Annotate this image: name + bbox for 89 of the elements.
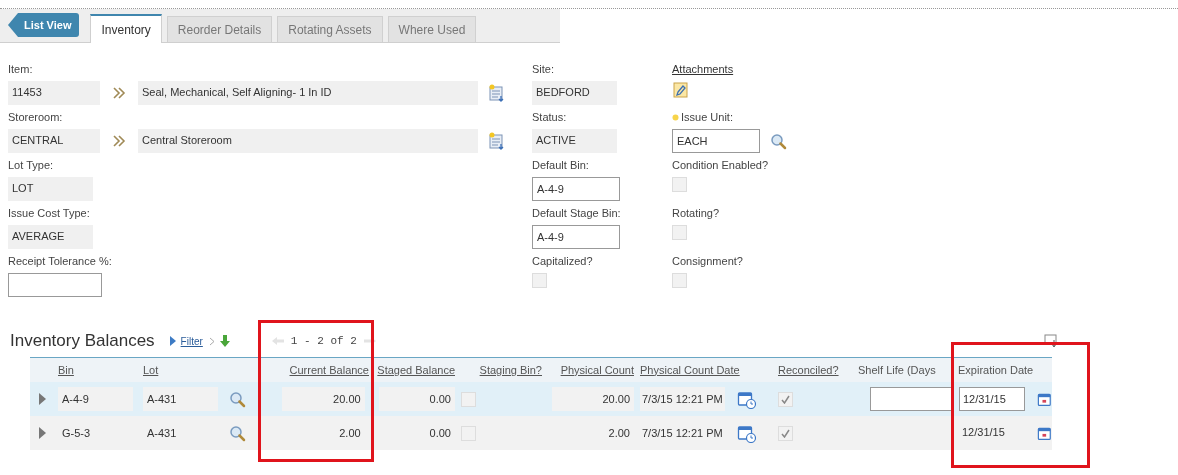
table-cell: A-4-9 — [58, 387, 134, 411]
column-header[interactable]: Bin — [58, 361, 74, 379]
table-cell: 20.00 — [282, 387, 365, 411]
input-field[interactable]: 12/31/15 — [959, 387, 1026, 411]
checkbox[interactable] — [778, 425, 793, 441]
check-icon — [781, 428, 790, 438]
table-row[interactable]: A-4-9 A-431 20.00 0.00 20.00 7/3/15 12:21 PM 12/31/15 — [30, 382, 1052, 416]
tab[interactable]: Reorder Details — [166, 16, 273, 42]
read-only-field: Seal, Mechanical, Self Aligning- 1 In ID — [138, 81, 478, 105]
chevron-icon — [208, 336, 215, 346]
page-counter: 1 - 2 of 2 — [290, 333, 357, 349]
checkbox[interactable] — [778, 391, 793, 407]
checkbox[interactable] — [532, 273, 547, 288]
table-cell: 20.00 — [552, 387, 634, 411]
input-field[interactable] — [870, 387, 952, 411]
field-label: Lot Type: — [8, 158, 54, 174]
section-title: Inventory Balances — [10, 330, 155, 353]
search-icon[interactable] — [229, 424, 246, 442]
column-header[interactable]: Staging Bin? — [479, 361, 542, 379]
table-cell: 0.00 — [379, 387, 455, 411]
tab[interactable]: Inventory — [90, 14, 162, 43]
read-only-field: Central Storeroom — [138, 129, 478, 153]
play-icon[interactable] — [168, 335, 177, 347]
table-cell-text: 12/31/15 — [961, 425, 1006, 440]
column-header[interactable]: Current Balance — [289, 361, 369, 379]
check-icon — [781, 394, 790, 404]
field-label: Consignment? — [672, 254, 743, 270]
table-row[interactable]: G-5-3 A-431 2.00 0.00 2.00 7/3/15 12:21 PM 12/31/15 — [30, 416, 1052, 450]
field-label: Status: — [532, 110, 567, 126]
list-view-button[interactable]: List View — [8, 13, 80, 37]
field-label: Condition Enabled? — [672, 158, 769, 174]
column-header[interactable]: Staged Balance — [377, 361, 455, 379]
read-only-field: AVERAGE — [8, 225, 93, 249]
calendar-clock-icon[interactable] — [736, 389, 756, 409]
checkbox[interactable] — [461, 391, 476, 407]
column-header[interactable]: Reconciled? — [778, 361, 839, 379]
input-field[interactable] — [8, 273, 102, 297]
field-label: Item: — [8, 62, 33, 78]
table-cell-text: 0.00 — [428, 425, 452, 441]
export-icon[interactable] — [1044, 334, 1060, 348]
field-label: Storeroom: — [8, 110, 63, 126]
table-cell: A-431 — [143, 387, 219, 411]
attachment-icon[interactable] — [672, 81, 690, 99]
field-label: Issue Unit: — [681, 110, 733, 126]
read-only-field: CENTRAL — [8, 129, 100, 153]
table-cell-text: 2.00 — [607, 425, 631, 441]
detail-menu-icon[interactable] — [488, 84, 506, 102]
detail-menu-icon[interactable] — [488, 132, 506, 150]
expand-row-icon[interactable] — [38, 426, 47, 440]
table-cell: 7/3/15 12:21 PM — [640, 387, 725, 411]
table-cell-text: G-5-3 — [61, 425, 92, 441]
tab[interactable]: Where Used — [387, 16, 477, 42]
column-header: Shelf Life (Days — [858, 362, 936, 378]
checkbox[interactable] — [672, 225, 687, 240]
read-only-field: LOT — [8, 177, 93, 201]
field-label: Issue Cost Type: — [8, 206, 90, 222]
download-arrow-icon[interactable] — [218, 334, 231, 348]
table-cell-text: 7/3/15 12:21 PM — [641, 426, 724, 441]
field-label: Receipt Tolerance %: — [8, 254, 112, 270]
read-only-field: BEDFORD — [532, 81, 617, 105]
checkbox[interactable] — [672, 177, 687, 192]
field-label: Rotating? — [672, 206, 720, 222]
tab[interactable]: Rotating Assets — [277, 16, 383, 42]
input-field[interactable]: EACH — [672, 129, 760, 153]
column-header[interactable]: Physical Count — [560, 361, 634, 379]
double-chevron-icon[interactable] — [112, 87, 126, 99]
column-header: Expiration Date — [958, 362, 1034, 378]
attachments-link[interactable]: Attachments — [672, 61, 734, 78]
table-cell-text: A-431 — [146, 425, 178, 441]
input-field[interactable]: A-4-9 — [532, 177, 620, 201]
calendar-icon[interactable] — [1037, 391, 1052, 407]
search-icon[interactable] — [229, 390, 246, 408]
input-field[interactable]: A-4-9 — [532, 225, 620, 249]
read-only-field: 11453 — [8, 81, 100, 105]
checkbox[interactable] — [672, 273, 687, 288]
filter-link[interactable]: Filter — [180, 333, 203, 349]
calendar-icon[interactable] — [1037, 425, 1052, 441]
read-only-field: ACTIVE — [532, 129, 617, 153]
calendar-clock-icon[interactable] — [736, 423, 756, 443]
double-chevron-icon[interactable] — [112, 135, 126, 147]
table-cell-text: 2.00 — [338, 425, 362, 441]
field-label: Default Bin: — [532, 158, 589, 174]
field-label: Capitalized? — [532, 254, 593, 270]
field-label: Default Stage Bin: — [532, 206, 621, 222]
field-label: Site: — [532, 62, 554, 78]
expand-row-icon[interactable] — [38, 392, 47, 406]
column-header[interactable]: Lot — [143, 361, 159, 379]
column-header[interactable]: Physical Count Date — [640, 361, 740, 379]
search-icon[interactable] — [770, 132, 787, 150]
